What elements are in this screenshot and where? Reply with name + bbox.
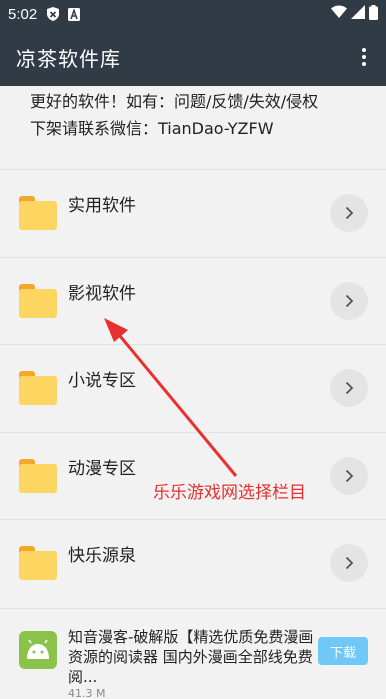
chevron-right-icon[interactable] xyxy=(330,456,368,495)
security-shield-icon xyxy=(47,7,60,21)
category-item-anime[interactable]: 动漫专区 xyxy=(0,431,386,520)
folder-icon xyxy=(19,196,57,230)
category-label: 实用软件 xyxy=(68,196,136,216)
app-size: 41.3 M xyxy=(68,687,106,699)
more-vert-icon[interactable] xyxy=(352,42,376,72)
battery-icon xyxy=(369,4,378,24)
category-item-utility[interactable]: 实用软件 xyxy=(0,169,386,257)
category-label: 影视软件 xyxy=(68,283,136,304)
category-list: 实用软件 影视软件 小说专区 动漫专区 快乐源泉 xyxy=(0,169,386,607)
category-label: 动漫专区 xyxy=(68,458,136,479)
category-label: 快乐源泉 xyxy=(68,546,136,566)
annotation-text: 乐乐游戏网选择栏目 xyxy=(153,483,306,503)
status-icons xyxy=(331,4,378,24)
download-button[interactable]: 下载 xyxy=(318,637,368,665)
category-item-novel[interactable]: 小说专区 xyxy=(0,344,386,432)
app-title: 凉茶软件库 xyxy=(16,46,121,71)
chevron-right-icon[interactable] xyxy=(330,544,368,582)
category-item-fun[interactable]: 快乐源泉 xyxy=(0,519,386,607)
app-list-item[interactable]: 知音漫客-破解版【精选优质免费漫画资源的阅读器 国内外漫画全部线免费阅... 4… xyxy=(0,608,386,699)
chevron-right-icon[interactable] xyxy=(330,194,368,232)
app-description: 知音漫客-破解版【精选优质免费漫画资源的阅读器 国内外漫画全部线免费阅... xyxy=(68,628,314,686)
signal-icon xyxy=(351,5,365,23)
folder-icon xyxy=(19,458,57,493)
android-icon xyxy=(19,631,57,669)
status-bar: 5:02 xyxy=(0,0,386,28)
wifi-icon xyxy=(331,5,347,23)
notice-line-1: 更好的软件！如有：问题/反馈/失效/侵权 xyxy=(30,92,319,111)
folder-icon xyxy=(19,283,57,318)
category-label: 小说专区 xyxy=(68,371,136,391)
status-time: 5:02 xyxy=(8,5,38,23)
app-bar: 凉茶软件库 xyxy=(0,28,386,86)
notice-banner: 更好的软件！如有：问题/反馈/失效/侵权 下架请联系微信：TianDao-YZF… xyxy=(18,86,368,144)
chevron-right-icon[interactable] xyxy=(330,281,368,320)
notice-line-2: 下架请联系微信：TianDao-YZFW xyxy=(30,119,274,138)
category-item-video[interactable]: 影视软件 xyxy=(0,256,386,345)
folder-icon xyxy=(19,371,57,405)
font-a-icon xyxy=(68,7,81,21)
chevron-right-icon[interactable] xyxy=(330,369,368,407)
folder-icon xyxy=(19,546,57,580)
